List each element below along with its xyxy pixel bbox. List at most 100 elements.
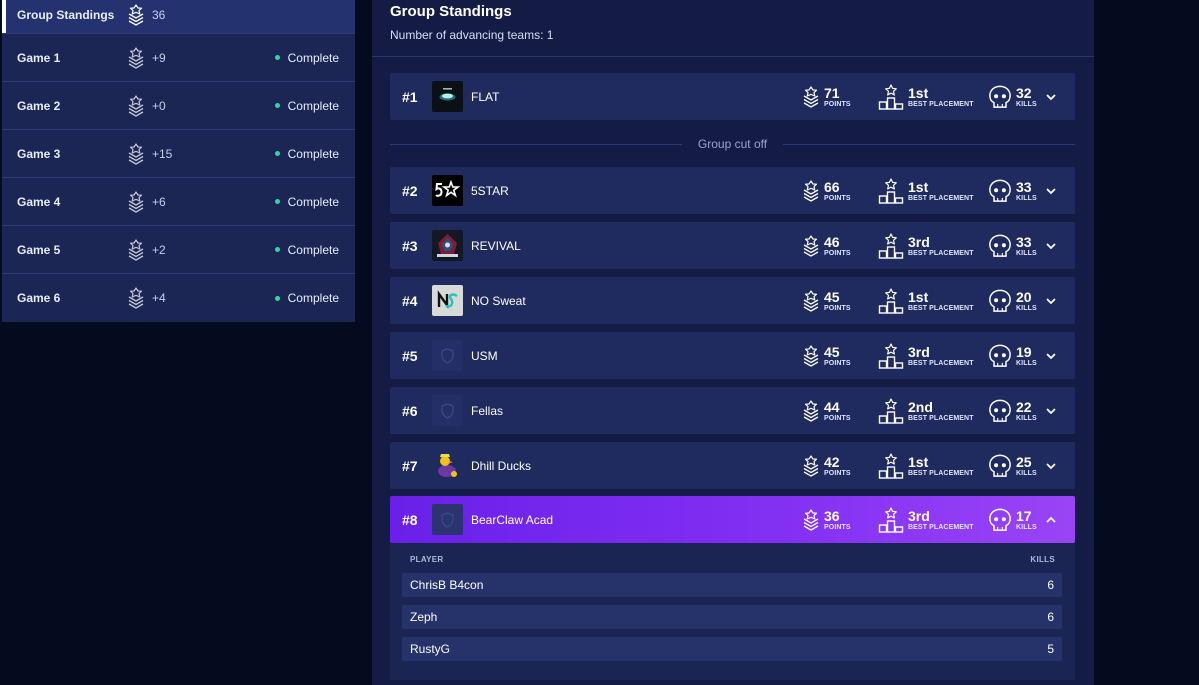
chevron-down-icon[interactable] [1044, 90, 1058, 104]
chevron-down-icon[interactable] [1044, 239, 1058, 253]
placement-label: BEST PLACEMENT [908, 359, 974, 367]
points-badge-icon [802, 452, 820, 480]
kills-stat: 19 KILLS [988, 332, 1037, 379]
standings-header: Group Standings Number of advancing team… [372, 0, 1094, 57]
team-row[interactable]: #1 FLAT 71 POINTS 1st BEST PLACEMENT 32 KIL… [390, 73, 1075, 120]
points-value: 66 [824, 178, 840, 195]
sidebar-item-points: +4 [152, 291, 166, 305]
placement-stat: 1st BEST PLACEMENT [878, 73, 974, 120]
points-stat: 42 POINTS [802, 442, 851, 489]
points-badge-icon [127, 191, 145, 213]
kills-label: KILLS [1016, 100, 1037, 108]
revival-logo-icon [437, 234, 458, 257]
shield-placeholder-icon [432, 340, 463, 371]
team-row-selected[interactable]: #8 BearClaw Acad 36 POINTS 3rd BEST PLACEM… [390, 496, 1075, 543]
placement-value: 1st [908, 288, 929, 305]
points-badge-icon [802, 342, 820, 370]
sidebar-item-game-3[interactable]: Game 3 +15 Complete [2, 130, 355, 178]
chevron-down-icon[interactable] [1044, 459, 1058, 473]
kills-value: 25 [1016, 453, 1032, 470]
points-badge-icon [127, 143, 145, 165]
team-rank: #3 [402, 237, 418, 254]
placement-value: 2nd [908, 398, 933, 415]
points-label: POINTS [824, 359, 851, 367]
player-column-header: PLAYER [410, 555, 444, 564]
placement-value: 1st [908, 453, 929, 470]
status-indicator: Complete [274, 243, 339, 257]
team-name: USM [471, 348, 498, 363]
chevron-down-icon[interactable] [1044, 184, 1058, 198]
chevron-down-icon[interactable] [1044, 294, 1058, 308]
no-sweat-logo-icon [437, 290, 458, 309]
status-label: Complete [287, 194, 339, 209]
flat-logo-icon [439, 88, 456, 101]
team-row[interactable]: #3 REVIVAL 46POINTS 3rdBEST PLACEMENT [390, 222, 1075, 269]
status-dot-icon [274, 247, 280, 252]
placement-value: 3rd [908, 507, 930, 524]
skull-icon [988, 343, 1012, 369]
team-rank: #4 [402, 292, 418, 309]
sidebar-item-points: +0 [152, 98, 166, 113]
team-row[interactable]: #4 NO Sweat 45 POINTS 1st BEST PLACEMENT 2… [390, 277, 1075, 324]
placement-value: 1st [908, 178, 929, 195]
points-stat: 44 POINTS [802, 387, 851, 434]
sidebar-item-points: +6 [152, 194, 166, 209]
status-dot-icon [274, 151, 280, 156]
team-row[interactable]: #7 Dhill Ducks 42 POINTS 1st BEST PLACEMEN… [390, 442, 1075, 489]
sidebar-item-game-1[interactable]: Game 1 +9 Complete [2, 34, 355, 82]
sidebar: Group Standings 36 Game 1 +9 Complete Ga… [2, 0, 355, 322]
status-indicator: Complete [274, 147, 339, 161]
status-label: Complete [287, 98, 339, 113]
placement-stat: 1st BEST PLACEMENT [878, 167, 974, 214]
sidebar-item-game-2[interactable]: Game 2 +0 Complete [2, 82, 355, 130]
sidebar-item-label: Game 5 [17, 242, 61, 257]
points-stat: 66 POINTS [802, 167, 851, 214]
team-rank: #6 [402, 402, 418, 419]
chevron-down-icon[interactable] [1044, 349, 1058, 363]
team-rank: #2 [402, 182, 418, 199]
kills-value: 22 [1016, 398, 1032, 415]
team-row[interactable]: #5 USM 45 POINTS 3rd BEST PLACEMENT 19 KILL… [390, 332, 1075, 379]
kills-label: KILLS [1016, 359, 1037, 367]
sidebar-item-game-5[interactable]: Game 5 +2 Complete [2, 226, 355, 274]
player-name: Zeph [410, 610, 438, 624]
sidebar-item-game-6[interactable]: Game 6 +4 Complete [2, 274, 355, 322]
placement-stat: 2nd BEST PLACEMENT [878, 387, 974, 434]
podium-star-icon [878, 342, 904, 370]
player-kills: 6 [1047, 610, 1054, 624]
sidebar-item-group-standings[interactable]: Group Standings 36 [2, 0, 355, 34]
sidebar-item-label: Game 2 [17, 98, 61, 113]
sidebar-item-game-4[interactable]: Game 4 +6 Complete [2, 178, 355, 226]
team-logo [432, 395, 463, 426]
chevron-up-icon[interactable] [1044, 513, 1058, 527]
podium-star-icon [878, 83, 904, 111]
kills-stat: 17 KILLS [988, 496, 1037, 543]
team-row[interactable]: #2 5STAR 66 POINTS 1st BEST PLACEMENT 33 KI… [390, 167, 1075, 214]
placement-stat: 3rd BEST PLACEMENT [878, 496, 974, 543]
kills-value: 33 [1016, 233, 1032, 250]
team-logo [432, 450, 463, 481]
status-indicator: Complete [274, 98, 339, 113]
skull-icon [988, 453, 1012, 479]
skull-icon [988, 398, 1012, 424]
points-badge-icon [127, 287, 145, 309]
points-label: POINTS [824, 100, 851, 108]
duck-logo-icon [438, 454, 457, 477]
points-badge-icon [802, 397, 820, 425]
player-row: ChrisB B4con 6 [402, 573, 1062, 597]
podium-star-icon [878, 506, 904, 534]
chevron-down-icon[interactable] [1044, 404, 1058, 418]
team-name: Fellas [471, 403, 504, 418]
kills-stat: 33 KILLS [988, 222, 1037, 269]
sidebar-item-points: +2 [152, 242, 166, 257]
team-name: 5STAR [471, 183, 509, 198]
points-stat: 45 POINTS [802, 277, 851, 324]
points-value: 46 [824, 233, 840, 250]
player-row: RustyG 5 [402, 637, 1062, 661]
placement-label: BEST PLACEMENT [908, 249, 974, 257]
team-name: REVIVAL [471, 238, 521, 253]
points-badge-icon [802, 232, 820, 260]
team-name: NO Sweat [471, 293, 526, 308]
team-row[interactable]: #6 Fellas 44 POINTS 2nd BEST PLACEMENT 22 K… [390, 387, 1075, 434]
points-stat: 46 POINTS [802, 222, 851, 269]
